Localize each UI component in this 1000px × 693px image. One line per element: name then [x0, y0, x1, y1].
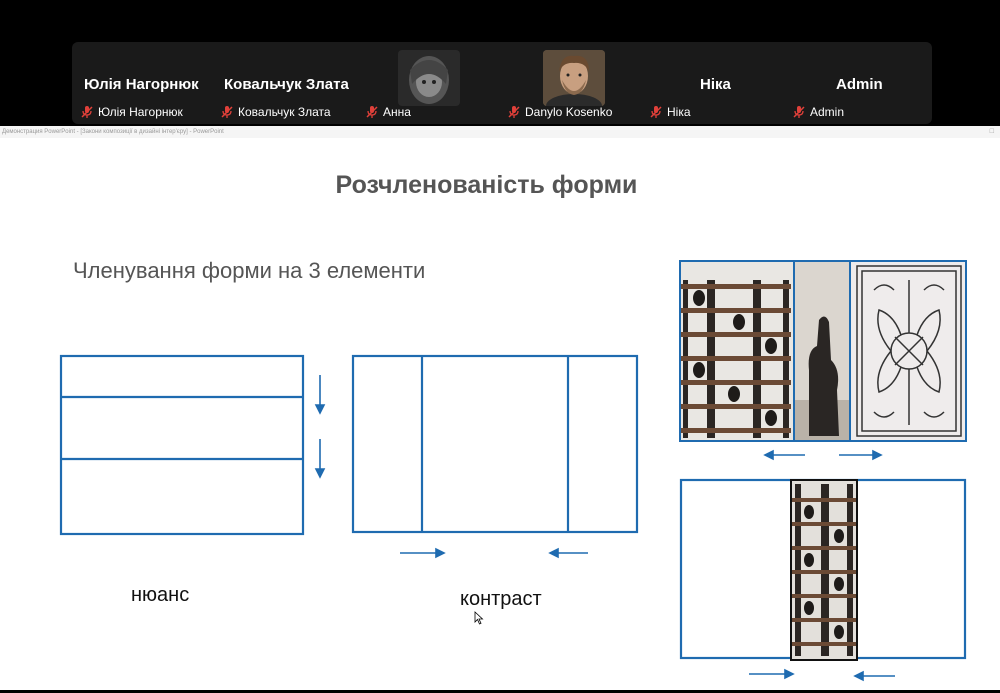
participant-tag: Анна	[365, 105, 411, 119]
participant-tile[interactable]: Анна	[362, 42, 507, 124]
participant-tag-label: Анна	[383, 105, 411, 119]
participant-tag-label: Ніка	[667, 105, 691, 119]
avatar	[543, 50, 605, 106]
central-shelving-diagram	[679, 478, 967, 682]
interior-photos-collage	[679, 260, 967, 461]
mouse-cursor-icon	[474, 611, 484, 625]
window-restore-icon[interactable]: □	[990, 126, 994, 138]
mic-muted-icon	[80, 105, 94, 119]
narrow-shelving-photo	[790, 479, 858, 661]
participant-name: Юлія Нагорнюк	[84, 76, 199, 93]
participant-tile[interactable]: Ніка Ніка	[649, 42, 792, 124]
participant-tile[interactable]: Ковальчук Злата Ковальчук Злата	[217, 42, 362, 124]
mic-muted-icon	[220, 105, 234, 119]
participant-tile[interactable]: Admin Admin	[792, 42, 932, 124]
participant-name: Ніка	[700, 76, 731, 93]
zoom-meeting-window: Юлія Нагорнюк Юлія Нагорнюк Ковальчук Зл…	[0, 0, 1000, 693]
participant-tag: Ковальчук Злата	[220, 105, 331, 119]
participant-tag: Danylo Kosenko	[507, 105, 612, 119]
label-contrast: контраст	[460, 588, 542, 610]
shared-window-titlebar: Демонстрация PowerPoint - [Закони композ…	[0, 126, 1000, 138]
shared-window-title: Демонстрация PowerPoint - [Закони композ…	[2, 129, 224, 135]
mic-muted-icon	[792, 105, 806, 119]
mic-muted-icon	[365, 105, 379, 119]
participant-tag-label: Юлія Нагорнюк	[98, 105, 183, 119]
participant-name: Admin	[836, 76, 883, 93]
participant-name: Ковальчук Злата	[224, 76, 349, 93]
slide: Розчленованість форми Членування форми н…	[0, 138, 1000, 690]
sculpture-photo	[793, 261, 850, 441]
shelving-photo	[680, 261, 793, 441]
slide-subtitle: Членування форми на 3 елементи	[73, 258, 426, 283]
participant-tag: Admin	[792, 105, 844, 119]
mic-muted-icon	[507, 105, 521, 119]
participant-tag: Ніка	[649, 105, 691, 119]
nuance-diagram	[59, 354, 326, 536]
participant-tag-label: Danylo Kosenko	[525, 105, 613, 119]
contrast-diagram	[351, 354, 639, 559]
label-nuance: нюанс	[131, 584, 190, 606]
participant-tile[interactable]: Юлія Нагорнюк Юлія Нагорнюк	[72, 42, 217, 124]
participants-strip: Юлія Нагорнюк Юлія Нагорнюк Ковальчук Зл…	[72, 42, 932, 124]
forged-grille-photo	[849, 261, 966, 441]
slide-title: Розчленованість форми	[335, 171, 638, 199]
participant-tag-label: Ковальчук Злата	[238, 105, 331, 119]
mic-muted-icon	[649, 105, 663, 119]
avatar	[398, 50, 460, 106]
participant-tile[interactable]: Danylo Kosenko	[507, 42, 652, 124]
participant-tag-label: Admin	[810, 105, 845, 119]
participant-tag: Юлія Нагорнюк	[80, 105, 183, 119]
